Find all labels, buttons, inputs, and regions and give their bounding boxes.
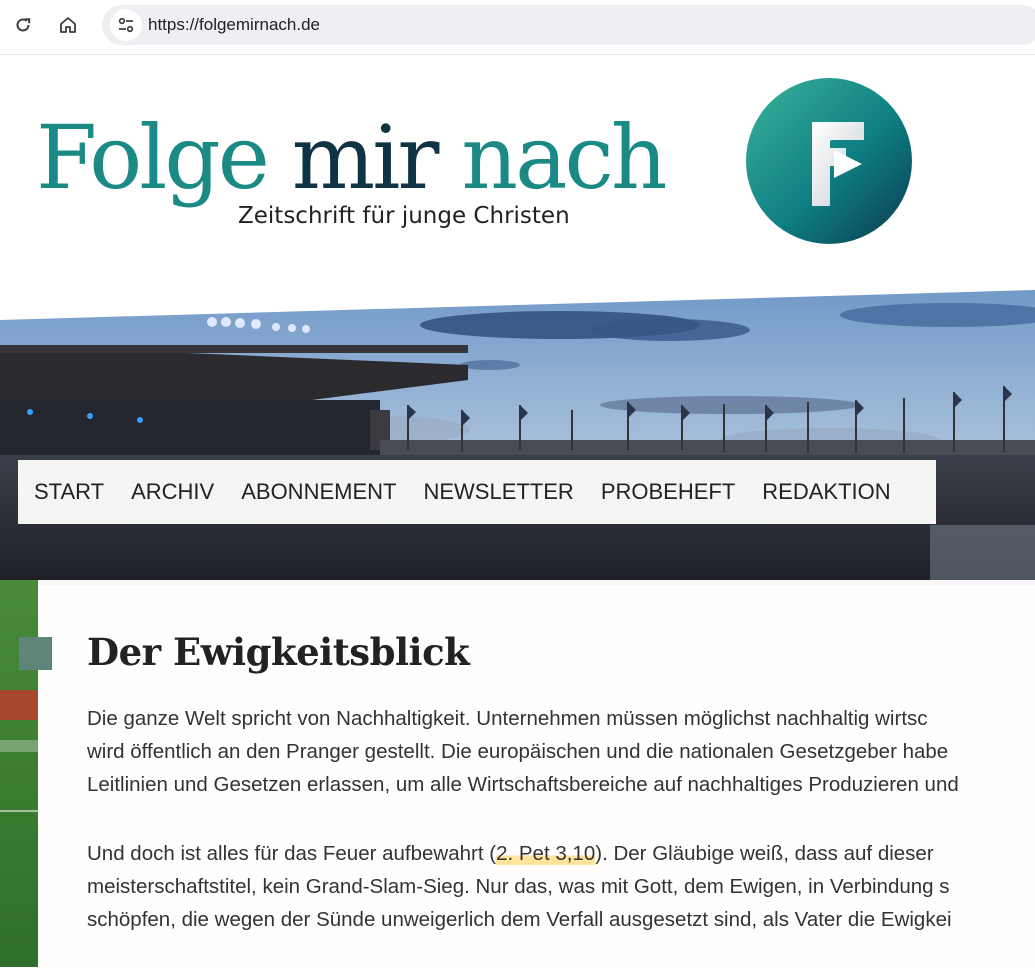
main-navigation: START ARCHIV ABONNEMENT NEWSLETTER PROBE… — [18, 460, 936, 524]
article-paragraph-1: Die ganze Welt spricht von Nachhaltigkei… — [87, 702, 959, 801]
title-accent-square — [19, 637, 52, 670]
nav-item-start[interactable]: START — [34, 479, 104, 505]
paragraph-2-text-b: ). Der Gläubige weiß, dass auf dieser — [595, 842, 934, 865]
article-paragraph-2: Und doch ist alles für das Feuer aufbewa… — [87, 837, 952, 936]
nav-item-abonnement[interactable]: ABONNEMENT — [241, 479, 396, 505]
nav-item-archiv[interactable]: ARCHIV — [131, 479, 214, 505]
paragraph-2-text-a: Und doch ist alles für das Feuer aufbewa… — [87, 842, 497, 865]
paragraph-2-line-1: Und doch ist alles für das Feuer aufbewa… — [87, 837, 952, 870]
paragraph-2-line-2: meisterschaftstitel, kein Grand-Slam-Sie… — [87, 875, 950, 898]
paragraph-1-line-3: Leitlinien und Gesetzen erlassen, um all… — [87, 773, 959, 796]
paragraph-1-line-2: wird öffentlich an den Pranger gestellt.… — [87, 740, 949, 763]
paragraph-2-line-3: schöpfen, die wegen der Sünde unweigerli… — [87, 908, 952, 931]
article-title: Der Ewigkeitsblick — [87, 630, 470, 674]
nav-item-probeheft[interactable]: PROBEHEFT — [601, 479, 735, 505]
nav-item-redaktion[interactable]: REDAKTION — [762, 479, 890, 505]
nav-item-newsletter[interactable]: NEWSLETTER — [423, 479, 573, 505]
bible-reference-link[interactable]: 2. Pet 3,10 — [496, 842, 596, 865]
paragraph-1-line-1: Die ganze Welt spricht von Nachhaltigkei… — [87, 707, 928, 730]
